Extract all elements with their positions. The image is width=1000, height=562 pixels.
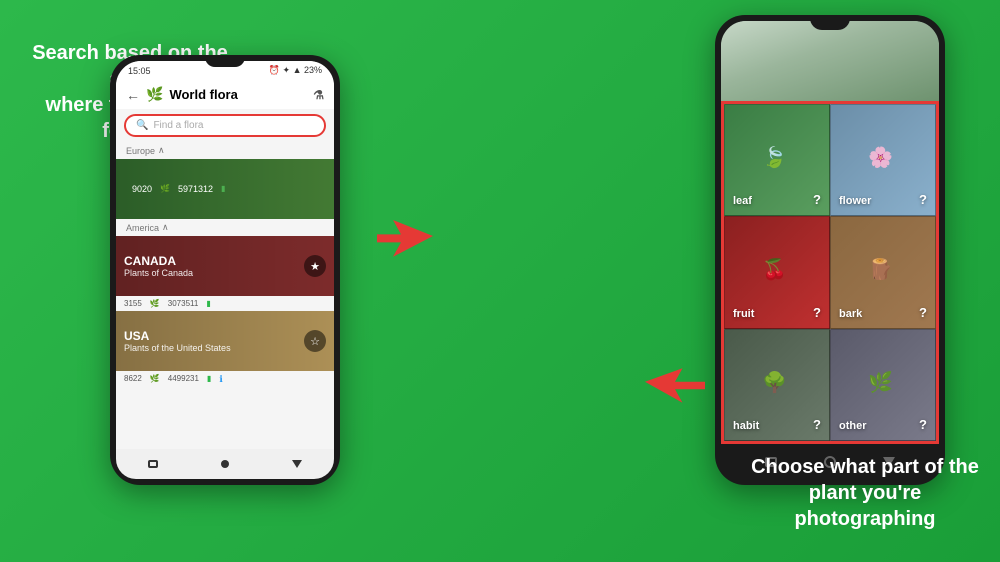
phone2-notch [810,15,850,30]
arrow-to-search [375,220,435,260]
usa-info: USA Plants of the United States [124,329,231,353]
phone1-topbar: ← 🌿 World flora ⚗ [116,80,334,109]
europe-leaf-icon: 🌿 [160,184,170,194]
status-icons: ⏰ ✦ ▲ 23% [269,65,322,76]
usa-plant-icon: ▮ [207,374,211,385]
flower-cell-icon: 🌸 [868,145,893,170]
plant-part-grid: 🍃 leaf ? 🌸 flower ? 🍒 fruit ? 🪵 bark ? [721,101,939,444]
status-time: 15:05 [128,66,151,76]
europe-plant-icon: ▮ [221,184,225,194]
usa-star-badge[interactable]: ☆ [304,330,326,352]
usa-stats-row: 8622 🌿 4499231 ▮ ℹ [116,371,334,388]
america-section-header: America ∧ [116,219,334,236]
leaf-question: ? [813,192,821,207]
right-heading: Choose what part of the plant you're pho… [750,454,980,532]
phone2: 🍃 leaf ? 🌸 flower ? 🍒 fruit ? 🪵 bark ? [715,15,945,485]
fruit-question: ? [813,305,821,320]
back-button[interactable]: ← [126,87,140,103]
europe-section-header: Europe ∧ [116,142,334,159]
leaf-cell-icon: 🍃 [762,145,787,170]
screen-title: World flora [169,87,307,102]
nav-square-icon[interactable] [148,460,158,468]
other-label: other [839,420,867,432]
europe-stats: 9020 🌿 5971312 ▮ [124,181,233,197]
usa-leaf-icon: 🌿 [150,374,160,385]
america-chevron-icon: ∧ [162,222,169,233]
canada-row[interactable]: CANADA Plants of Canada ★ [116,236,334,296]
phone1: 15:05 ⏰ ✦ ▲ 23% ← 🌿 World flora ⚗ 🔍 Find… [110,55,340,485]
canada-stat2: 3073511 [168,299,199,308]
grid-cell-leaf[interactable]: 🍃 leaf ? [724,104,830,216]
canada-subtitle: Plants of Canada [124,268,193,278]
canada-star-badge[interactable]: ★ [304,255,326,277]
other-cell-icon: 🌿 [868,370,893,395]
bark-label: bark [839,308,862,320]
filter-icon[interactable]: ⚗ [313,88,324,102]
chevron-icon: ∧ [158,145,165,156]
grid-cell-flower[interactable]: 🌸 flower ? [830,104,936,216]
leaf-brand-icon: 🌿 [146,86,163,103]
usa-stat2: 4499231 [168,374,199,385]
grid-cell-habit[interactable]: 🌳 habit ? [724,329,830,441]
usa-info-icon: ℹ [219,374,222,385]
search-icon: 🔍 [136,120,148,131]
europe-stat1: 9020 [132,184,152,194]
europe-country-row: 9020 🌿 5971312 ▮ [116,159,334,219]
nav-home-icon[interactable] [221,460,229,468]
habit-label: habit [733,420,759,432]
search-placeholder: Find a flora [153,120,203,131]
europe-bg: 9020 🌿 5971312 ▮ [116,159,334,219]
bark-cell-icon: 🪵 [868,257,893,282]
fruit-cell-icon: 🍒 [762,257,787,282]
right-heading-text: Choose what part of the plant you're pho… [751,456,979,530]
habit-cell-icon: 🌳 [762,370,787,395]
bark-question: ? [919,305,927,320]
canada-stat1: 3155 [124,299,142,308]
phone1-notch [205,55,245,67]
grid-cell-other[interactable]: 🌿 other ? [830,329,936,441]
usa-stat1: 8622 [124,374,142,385]
grid-cell-fruit[interactable]: 🍒 fruit ? [724,216,830,328]
canada-name: CANADA [124,254,193,268]
other-question: ? [919,417,927,432]
flower-question: ? [919,192,927,207]
search-bar[interactable]: 🔍 Find a flora [124,114,326,137]
canada-leaf-icon: 🌿 [150,299,160,308]
phone2-top-image [721,21,939,101]
nav-back-icon[interactable] [292,460,302,468]
fruit-label: fruit [733,308,754,320]
canada-stats-row: 3155 🌿 3073511 ▮ [116,296,334,311]
arrow-to-grid [645,367,705,407]
habit-question: ? [813,417,821,432]
grid-cell-bark[interactable]: 🪵 bark ? [830,216,936,328]
phone2-screen: 🍃 leaf ? 🌸 flower ? 🍒 fruit ? 🪵 bark ? [721,21,939,479]
canada-plant-icon: ▮ [206,299,210,308]
flower-label: flower [839,195,871,207]
usa-row[interactable]: USA Plants of the United States ☆ [116,311,334,371]
europe-stat2: 5971312 [178,184,213,194]
usa-subtitle: Plants of the United States [124,343,231,353]
canada-info: CANADA Plants of Canada [124,254,193,278]
usa-name: USA [124,329,231,343]
leaf-label: leaf [733,195,752,207]
phone1-screen: 15:05 ⏰ ✦ ▲ 23% ← 🌿 World flora ⚗ 🔍 Find… [116,61,334,479]
phone1-bottom-nav [116,449,334,479]
